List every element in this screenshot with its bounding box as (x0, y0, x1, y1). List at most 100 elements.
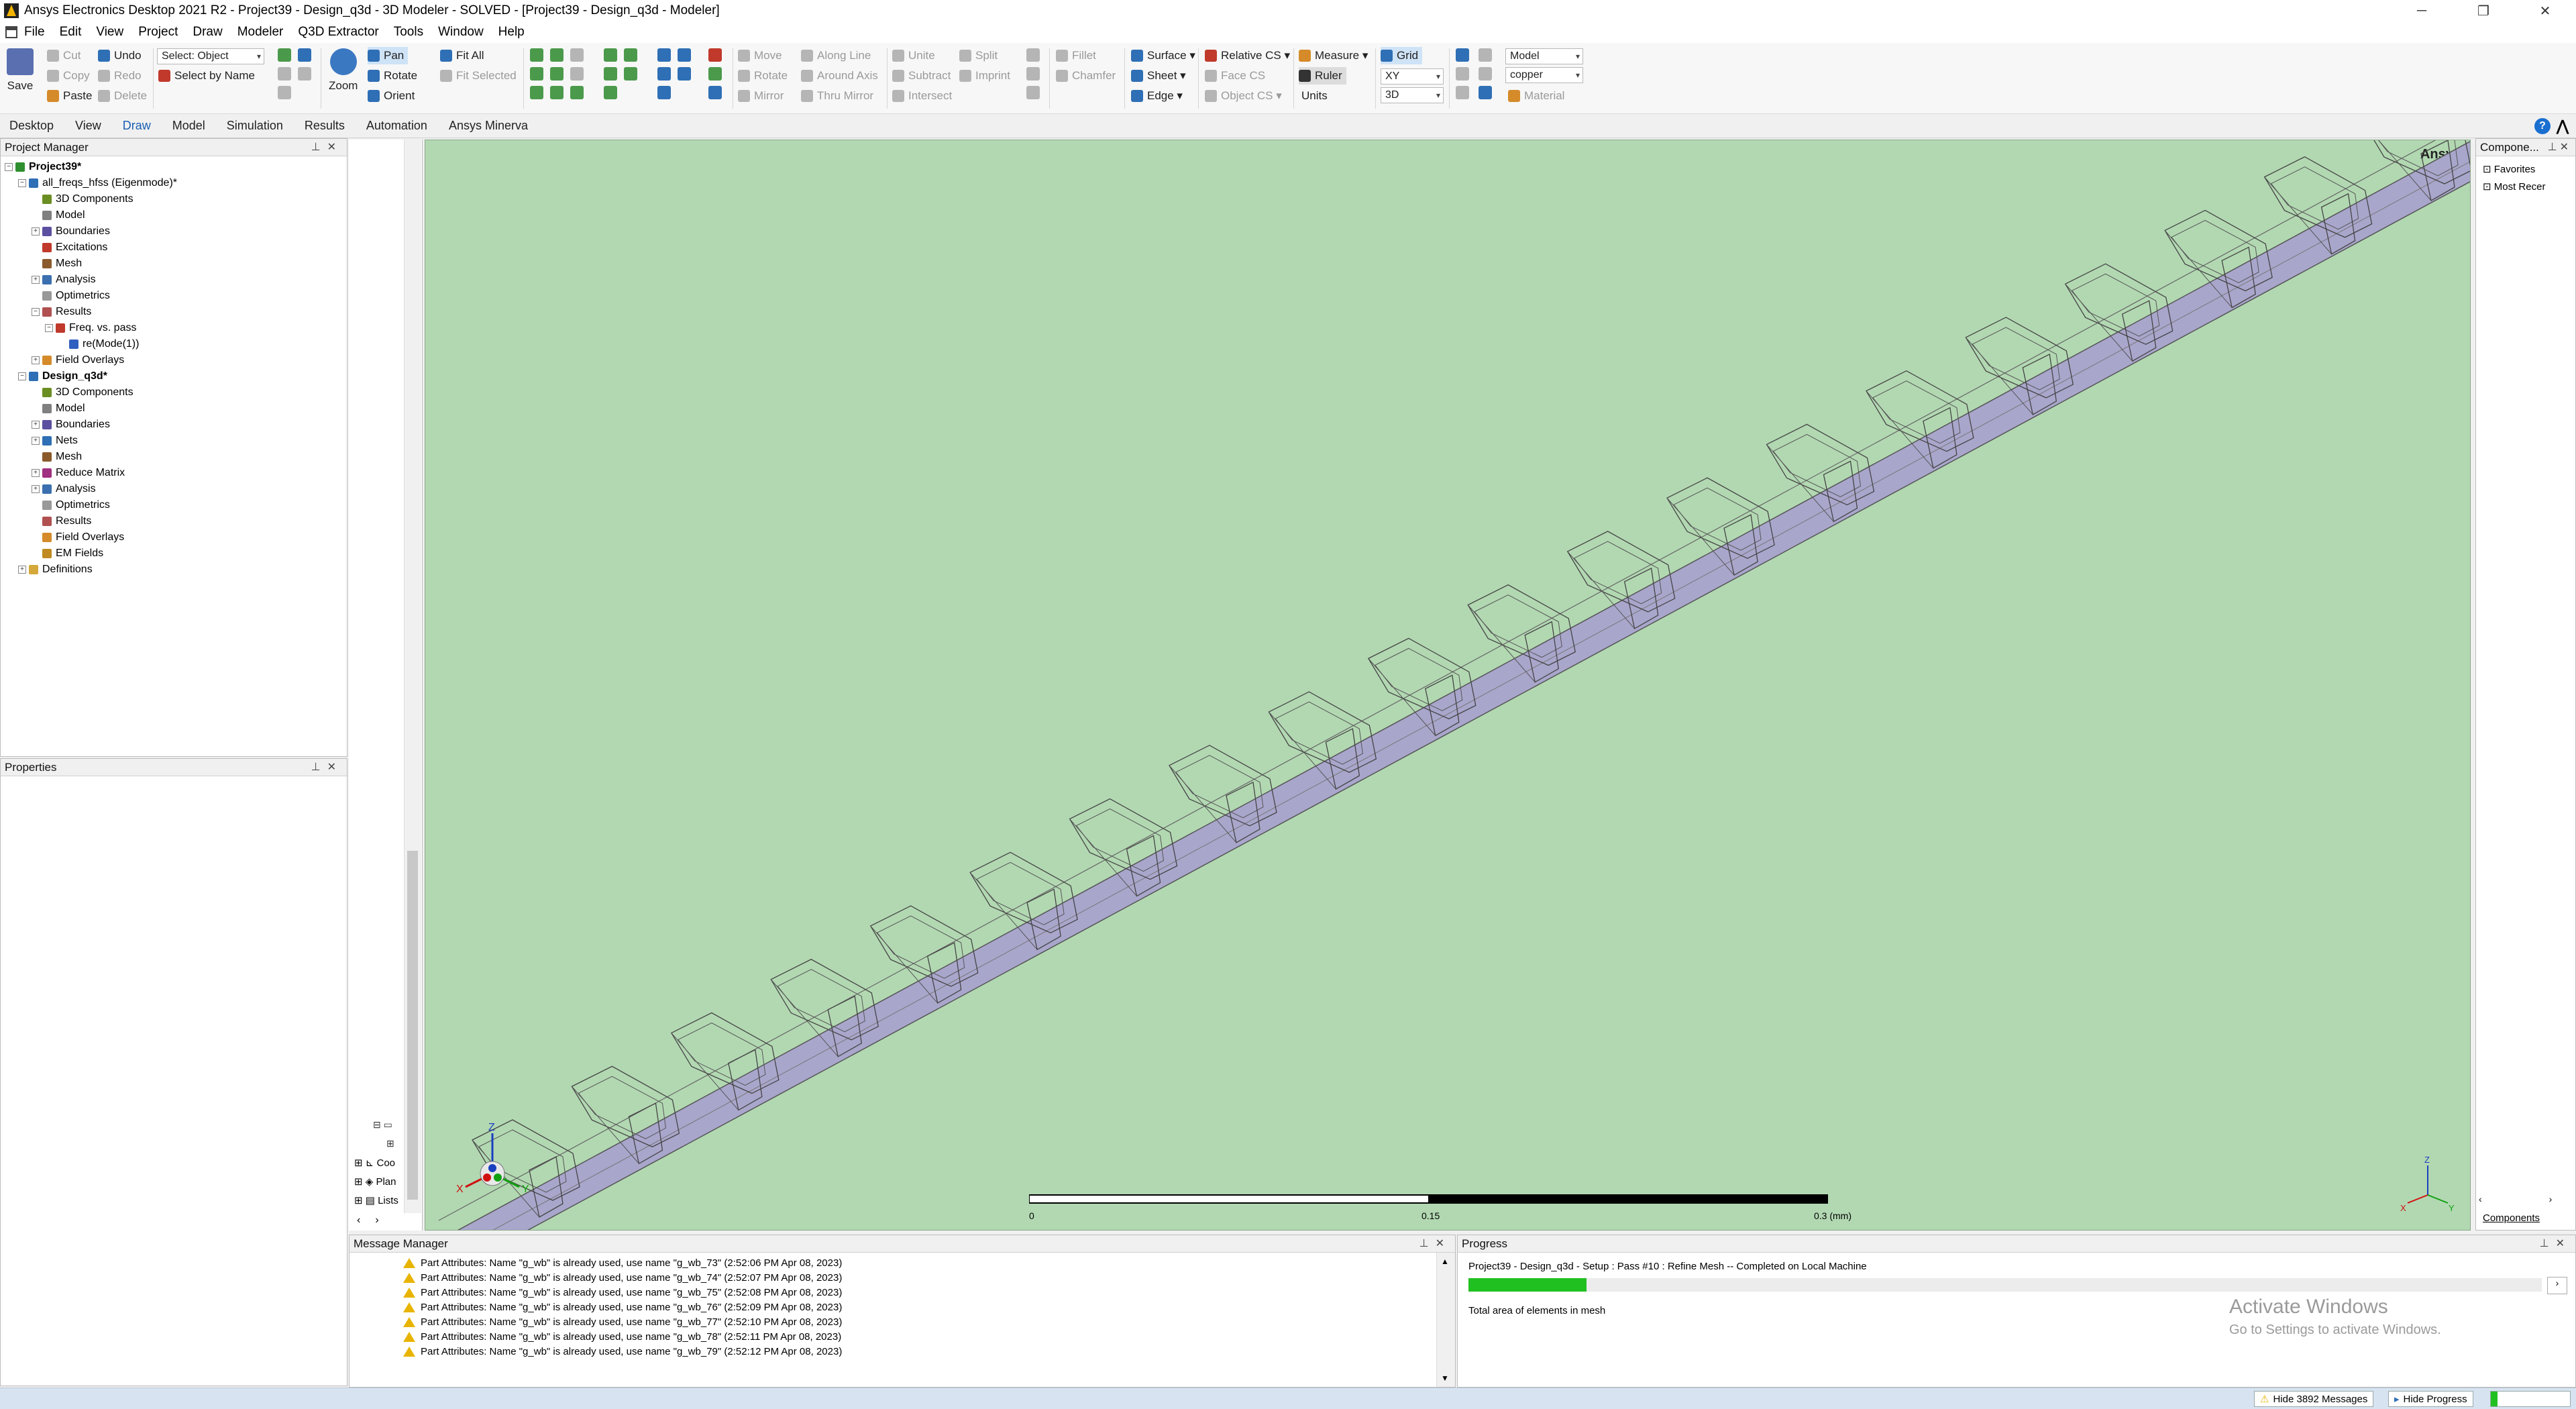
project-tree-item[interactable]: − Freq. vs. pass (45, 320, 136, 336)
3d-component-icon[interactable] (708, 48, 722, 62)
menu-view[interactable]: View (96, 25, 123, 40)
project-tree-item[interactable]: + Field Overlays (32, 352, 124, 368)
tree-planes[interactable]: ⊞ ◈ Plan (354, 1176, 396, 1188)
rectangle-icon[interactable] (604, 48, 617, 62)
select-edge-icon[interactable] (278, 67, 291, 81)
arc-icon[interactable] (657, 67, 671, 81)
panel-controls[interactable]: ⊥✕ (311, 760, 343, 774)
thicken-icon[interactable] (1026, 67, 1040, 81)
measure-menu[interactable]: Measure ▾ (1299, 47, 1368, 64)
project-tree-item[interactable]: + Definitions (18, 562, 93, 578)
project-tree-item[interactable]: + Boundaries (32, 417, 110, 433)
project-tree-item[interactable]: Mesh (32, 449, 82, 465)
tree-expander-icon[interactable]: ⊟ ▭ (373, 1119, 392, 1131)
project-tree-item[interactable]: Model (32, 207, 85, 223)
panel-controls[interactable]: ⊥✕ (1419, 1237, 1451, 1250)
expand-icon[interactable]: + (18, 566, 26, 574)
project-tree-item[interactable]: Field Overlays (32, 529, 124, 545)
tab-ansys-minerva[interactable]: Ansys Minerva (449, 119, 528, 133)
save-button[interactable]: Save (7, 48, 34, 93)
axis-triad[interactable]: Z X Y (452, 1120, 533, 1200)
edge-menu[interactable]: Edge ▾ (1131, 87, 1183, 105)
material-dropdown[interactable]: copper (1505, 67, 1583, 83)
project-tree-item[interactable]: re(Mode(1)) (58, 336, 139, 352)
menu-file[interactable]: File (24, 25, 45, 40)
bondwire-icon[interactable] (570, 86, 584, 99)
polyhedron-icon[interactable] (530, 86, 543, 99)
circle-icon[interactable] (604, 67, 617, 81)
collapse-icon[interactable]: − (32, 308, 40, 316)
message-row[interactable]: Part Attributes: Name "g_wb" is already … (350, 1344, 1455, 1359)
equation-curve-icon[interactable] (678, 67, 691, 81)
mirror-button[interactable]: Mirror (738, 87, 784, 105)
menu-help[interactable]: Help (498, 25, 525, 40)
fit-all-button[interactable]: Fit All (440, 47, 484, 64)
expand-icon[interactable]: + (32, 437, 40, 445)
panel-controls[interactable]: ⊥✕ (2548, 140, 2571, 154)
project-tree-item[interactable]: 3D Components (32, 191, 133, 207)
intersect-button[interactable]: Intersect (892, 87, 952, 105)
project-tree-item[interactable]: EM Fields (32, 545, 103, 562)
select-face-icon[interactable] (298, 48, 311, 62)
select-multi-icon[interactable] (278, 86, 291, 99)
select-mode-dropdown[interactable]: Select: Object (157, 48, 264, 64)
project-tree-item[interactable]: + Reduce Matrix (32, 465, 125, 481)
scroll-thumb[interactable] (407, 851, 418, 1200)
object-cs-menu[interactable]: Object CS ▾ (1205, 87, 1282, 105)
expand-icon[interactable]: + (32, 485, 40, 493)
tab-simulation[interactable]: Simulation (227, 119, 283, 133)
components-tab[interactable]: Components (2483, 1212, 2540, 1224)
unite-button[interactable]: Unite (892, 47, 935, 64)
rotate-view-button[interactable]: Rotate (368, 67, 417, 85)
around-axis-button[interactable]: Around Axis (801, 67, 878, 85)
expand-icon[interactable]: + (32, 469, 40, 477)
collapse-icon[interactable]: − (45, 324, 53, 332)
components-hscroll[interactable]: ‹› (2479, 1194, 2573, 1207)
cone-icon[interactable] (550, 48, 564, 62)
menu-edit[interactable]: Edit (60, 25, 82, 40)
collapse-icon[interactable]: − (18, 179, 26, 187)
expand-icon[interactable]: + (32, 356, 40, 364)
close-button[interactable]: ✕ (2514, 0, 2576, 21)
ellipse-icon[interactable] (624, 48, 637, 62)
tree-node-icon[interactable]: ⊞ (386, 1138, 394, 1149)
collapse-icon[interactable]: − (18, 372, 26, 380)
tab-desktop[interactable]: Desktop (9, 119, 54, 133)
snap-center-icon[interactable] (1456, 86, 1469, 99)
collapse-icon[interactable]: − (5, 163, 13, 171)
fit-selected-button[interactable]: Fit Selected (440, 67, 517, 85)
relative-cs-menu[interactable]: Relative CS ▾ (1205, 47, 1290, 64)
horizontal-scroll-arrows[interactable]: ‹› (357, 1214, 394, 1227)
project-tree-item[interactable]: Optimetrics (32, 288, 110, 304)
message-row[interactable]: Part Attributes: Name "g_wb" is already … (350, 1329, 1455, 1344)
chamfer-button[interactable]: Chamfer (1056, 67, 1116, 85)
helix-icon[interactable] (570, 67, 584, 81)
wrap-icon[interactable] (1026, 86, 1040, 99)
menu-q3d-extractor[interactable]: Q3D Extractor (298, 25, 378, 40)
message-row[interactable]: Part Attributes: Name "g_wb" is already … (350, 1270, 1455, 1285)
panel-controls[interactable]: ⊥✕ (311, 140, 343, 154)
expand-icon[interactable]: + (32, 227, 40, 236)
message-row[interactable]: Part Attributes: Name "g_wb" is already … (350, 1300, 1455, 1314)
plane-icon[interactable] (708, 86, 722, 99)
most-recent-item[interactable]: ⊡ Most Recer (2483, 180, 2545, 193)
spline-icon[interactable] (678, 48, 691, 62)
message-row[interactable]: Part Attributes: Name "g_wb" is already … (350, 1255, 1455, 1270)
hide-progress-button[interactable]: ▸ Hide Progress (2388, 1391, 2473, 1407)
move-button[interactable]: Move (738, 47, 782, 64)
help-icon[interactable]: ? (2534, 118, 2551, 134)
menu-window[interactable]: Window (438, 25, 484, 40)
surface-menu[interactable]: Surface ▾ (1131, 47, 1195, 64)
model-tree-scrollbar[interactable] (404, 140, 421, 1213)
along-line-button[interactable]: Along Line (801, 47, 871, 64)
snap-grid-icon[interactable] (1456, 48, 1469, 62)
project-tree-item[interactable]: − Results (32, 304, 91, 320)
torus-icon[interactable] (550, 86, 564, 99)
point-icon[interactable] (708, 67, 722, 81)
center-arc-icon[interactable] (657, 86, 671, 99)
menu-modeler[interactable]: Modeler (237, 25, 284, 40)
tab-model[interactable]: Model (172, 119, 205, 133)
snap-quadrant-icon[interactable] (1479, 86, 1492, 99)
box-icon[interactable] (530, 48, 543, 62)
polygon-icon[interactable] (624, 67, 637, 81)
